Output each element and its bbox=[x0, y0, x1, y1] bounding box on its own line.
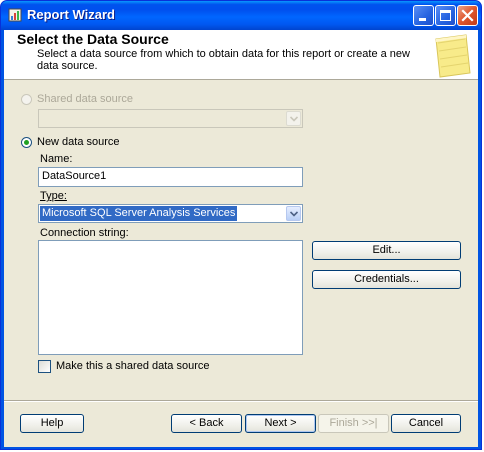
page-description: Select a data source from which to obtai… bbox=[37, 48, 410, 72]
cancel-button[interactable]: Cancel bbox=[391, 414, 461, 433]
close-button[interactable] bbox=[457, 5, 478, 26]
wizard-header: Select the Data Source Select a data sou… bbox=[4, 30, 478, 80]
report-wizard-window: Report Wizard Select the Data Source Sel… bbox=[0, 0, 482, 450]
type-selected-value: Microsoft SQL Server Analysis Services bbox=[40, 206, 238, 221]
maximize-button[interactable] bbox=[435, 5, 456, 26]
report-wizard-icon bbox=[8, 8, 22, 22]
name-input-value: DataSource1 bbox=[42, 170, 107, 182]
shared-dropdown-button[interactable] bbox=[286, 111, 301, 126]
chevron-down-icon bbox=[290, 116, 298, 122]
back-button[interactable]: < Back bbox=[171, 414, 242, 433]
next-button[interactable]: Next > bbox=[245, 414, 316, 433]
name-input[interactable]: DataSource1 bbox=[38, 167, 303, 187]
make-shared-checkbox[interactable] bbox=[38, 360, 51, 373]
edit-button[interactable]: Edit... bbox=[312, 241, 461, 260]
shared-data-source-radio[interactable] bbox=[21, 94, 32, 105]
notepad-icon bbox=[435, 34, 471, 78]
credentials-button[interactable]: Credentials... bbox=[312, 270, 461, 289]
type-dropdown-button[interactable] bbox=[286, 206, 301, 221]
maximize-icon bbox=[440, 10, 451, 21]
chevron-down-icon bbox=[290, 211, 298, 217]
type-dropdown[interactable]: Microsoft SQL Server Analysis Services bbox=[38, 204, 303, 223]
name-label: Name: bbox=[40, 153, 73, 165]
connection-string-textarea[interactable] bbox=[38, 240, 303, 355]
wizard-content: Select the Data Source Select a data sou… bbox=[4, 30, 478, 447]
make-shared-label: Make this a shared data source bbox=[56, 360, 210, 372]
page-title: Select the Data Source bbox=[17, 31, 169, 47]
shared-data-source-label: Shared data source bbox=[37, 93, 134, 105]
title-bar[interactable]: Report Wizard bbox=[1, 1, 481, 30]
radio-selected-dot bbox=[24, 140, 29, 145]
close-icon bbox=[461, 9, 474, 22]
new-data-source-radio[interactable] bbox=[21, 137, 32, 148]
connection-string-label: Connection string: bbox=[40, 227, 129, 239]
window-title: Report Wizard bbox=[27, 7, 115, 22]
help-button[interactable]: Help bbox=[20, 414, 84, 433]
minimize-button[interactable] bbox=[413, 5, 434, 26]
footer-divider bbox=[4, 400, 478, 402]
shared-data-source-dropdown[interactable] bbox=[38, 109, 303, 128]
minimize-icon bbox=[419, 18, 426, 21]
finish-button[interactable]: Finish >>| bbox=[318, 414, 389, 433]
new-data-source-label: New data source bbox=[37, 136, 120, 148]
type-label: Type: bbox=[40, 190, 67, 202]
